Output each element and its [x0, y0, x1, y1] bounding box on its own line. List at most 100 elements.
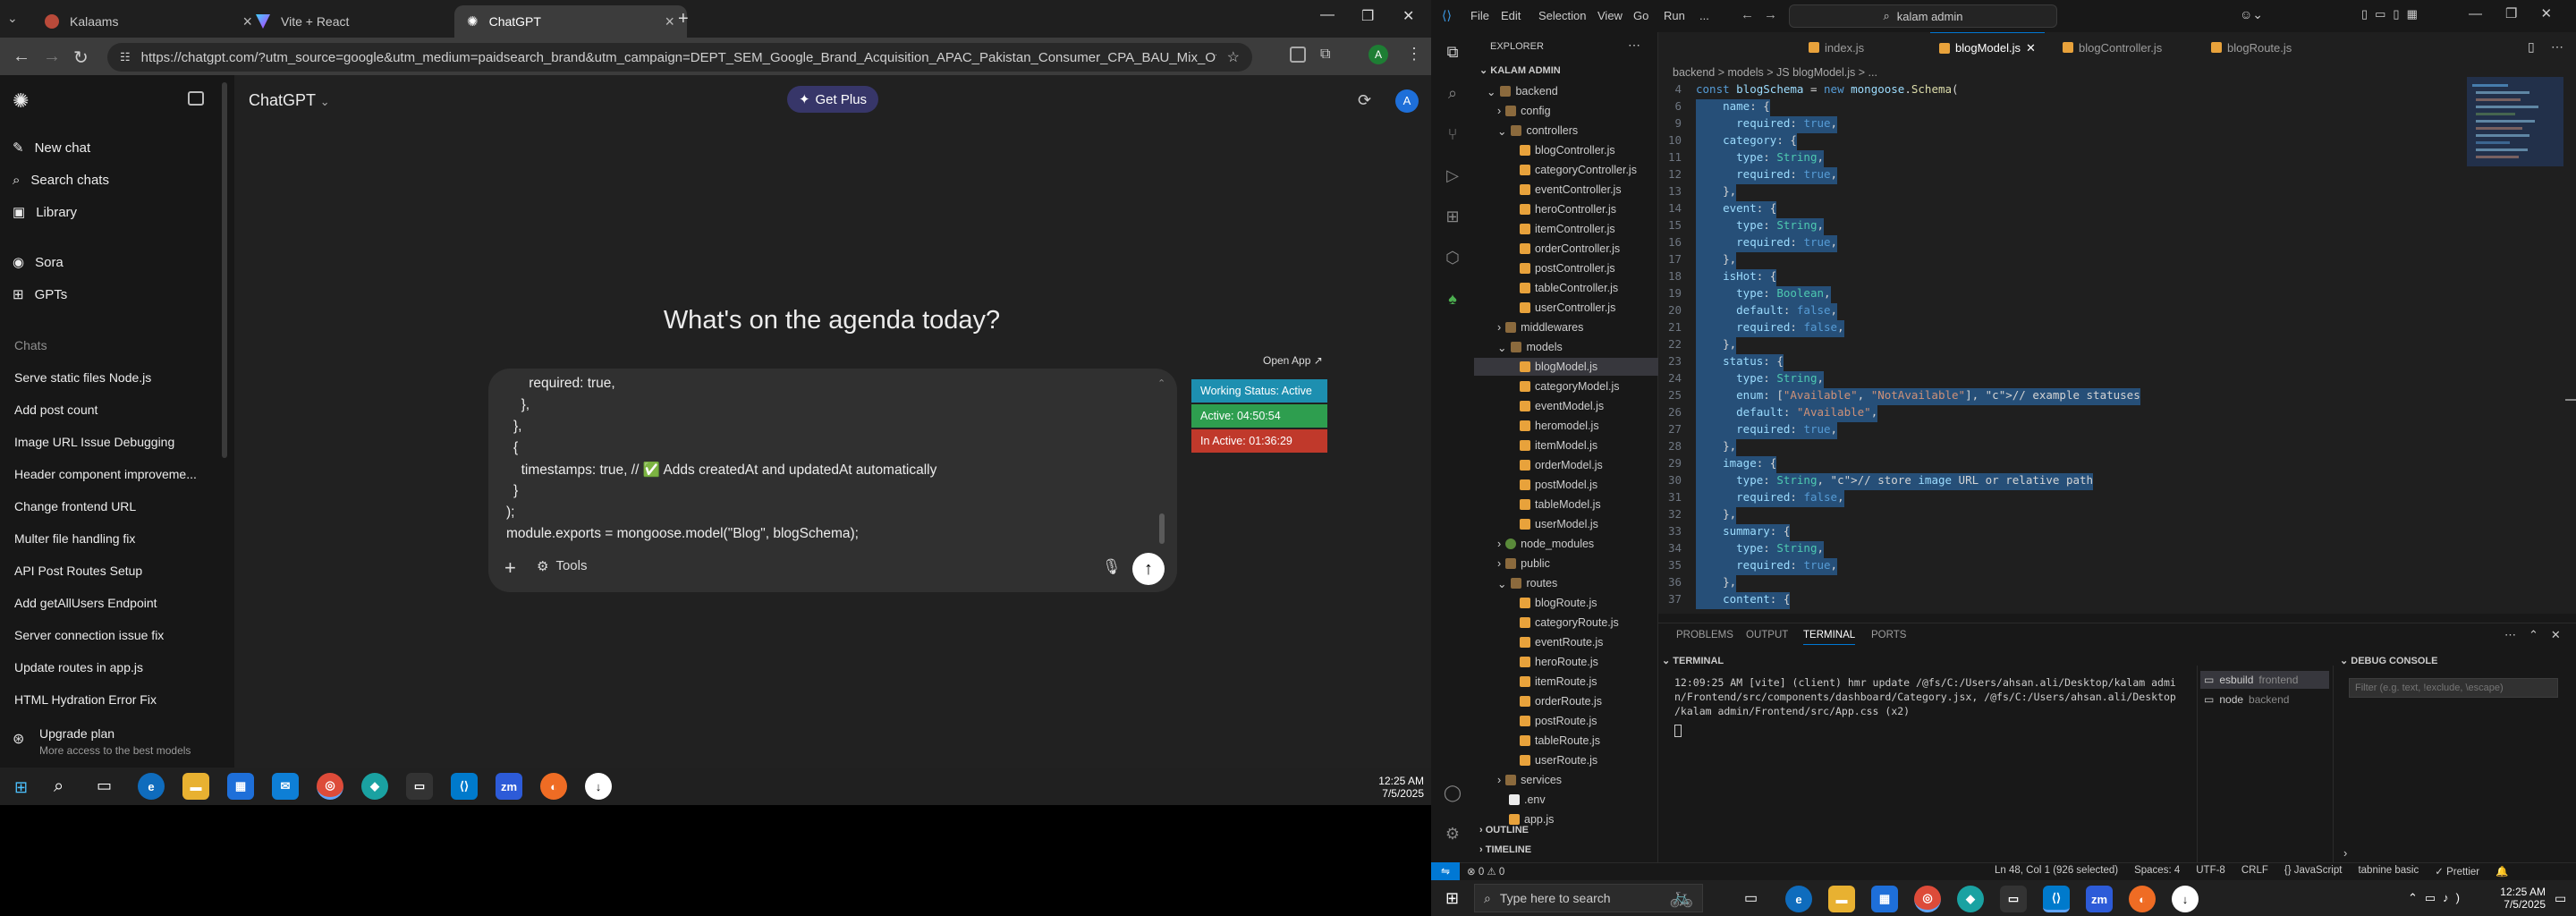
- remote-explorer-icon[interactable]: ⬡: [1442, 249, 1463, 270]
- terminal-line[interactable]: 12:09:25 AM [vite] (client) hmr update /…: [1674, 676, 2176, 689]
- code-line[interactable]: 9 required: true,: [1660, 116, 2576, 133]
- sidebar-chat-item[interactable]: HTML Hydration Error Fix: [14, 692, 220, 707]
- close-tab-icon[interactable]: ×: [665, 13, 674, 31]
- menu-item[interactable]: ...: [1699, 9, 1709, 22]
- menu-item[interactable]: Edit: [1501, 9, 1521, 22]
- postman-taskbar-icon[interactable]: ◐: [540, 773, 567, 800]
- site-info-icon[interactable]: ☷: [120, 50, 131, 64]
- file-tree-item[interactable]: › middlewares: [1497, 318, 1583, 336]
- code-line[interactable]: 27 required: true,: [1660, 422, 2576, 439]
- clock-left[interactable]: 12:25 AM 7/5/2025: [1374, 775, 1424, 800]
- code-text[interactable]: type: String,: [1696, 150, 1825, 167]
- notifications-bell-icon[interactable]: 🔔: [2496, 865, 2508, 878]
- code-text[interactable]: isHot: {: [1696, 269, 1777, 286]
- microphone-icon[interactable]: 🎙: [1102, 558, 1122, 576]
- panel-tab[interactable]: PORTS: [1871, 630, 1906, 640]
- file-tree-item[interactable]: ⌄ models: [1497, 338, 1563, 356]
- code-line[interactable]: 35 required: true,: [1660, 558, 2576, 575]
- browser-tab-kalaams[interactable]: Kalaams ×: [32, 5, 265, 38]
- store-icon[interactable]: ▦: [1871, 886, 1898, 912]
- code-line[interactable]: 31 required: false,: [1660, 490, 2576, 507]
- code-text[interactable]: required: true,: [1696, 116, 1838, 133]
- system-tray-icons[interactable]: ⌃▭♪): [2408, 891, 2467, 905]
- code-line[interactable]: 10 category: {: [1660, 133, 2576, 150]
- file-tree-item[interactable]: itemController.js: [1508, 220, 1615, 238]
- sidebar-chat-item[interactable]: Update routes in app.js: [14, 660, 220, 674]
- get-plus-button[interactable]: ✦ Get Plus: [787, 86, 878, 113]
- sidebar-chat-item[interactable]: Change frontend URL: [14, 499, 220, 513]
- code-text[interactable]: required: true,: [1696, 235, 1838, 252]
- layout-toggle-icons[interactable]: ▯▭▯▦: [2361, 7, 2425, 21]
- panel-tab[interactable]: PROBLEMS: [1676, 630, 1733, 640]
- code-line[interactable]: 14 event: {: [1660, 201, 2576, 218]
- extensions-icon[interactable]: ⧉: [1320, 47, 1330, 63]
- file-tree-item[interactable]: orderController.js: [1508, 240, 1620, 258]
- panel-tab[interactable]: TERMINAL: [1803, 630, 1856, 645]
- explorer-more-icon[interactable]: ⋯: [1628, 38, 1640, 53]
- nav-forward-icon[interactable]: →: [1764, 7, 1777, 22]
- editor-tab[interactable]: blogModel.js ✕: [1930, 32, 2045, 63]
- edge-icon[interactable]: e: [1785, 886, 1812, 912]
- restore-icon[interactable]: ❐: [1361, 7, 1374, 25]
- user-avatar[interactable]: A: [1395, 89, 1419, 113]
- new-chat-button[interactable]: ✎ New chat: [13, 134, 90, 161]
- vpn-app-icon[interactable]: ◆: [1957, 886, 1984, 912]
- file-tree-item[interactable]: tableController.js: [1508, 279, 1618, 297]
- file-tree-item[interactable]: › public: [1497, 555, 1550, 572]
- taskbar-search-icon[interactable]: ⌕: [54, 776, 64, 797]
- copilot-icon[interactable]: ☺⌄: [2240, 7, 2263, 22]
- zoom-taskbar-icon[interactable]: zm: [496, 773, 522, 800]
- back-icon[interactable]: ←: [13, 47, 30, 67]
- open-app-link[interactable]: Open App ↗: [1263, 354, 1323, 367]
- vpn-app-icon[interactable]: ◆: [361, 773, 388, 800]
- app-taskbar-icon[interactable]: ↓: [585, 773, 612, 800]
- sidebar-chat-item[interactable]: Server connection issue fix: [14, 628, 220, 642]
- file-tree-item[interactable]: eventModel.js: [1508, 397, 1604, 415]
- file-tree-item[interactable]: › node_modules: [1497, 535, 1594, 553]
- code-text[interactable]: enum: ["Available", "NotAvailable"], "c"…: [1696, 388, 2140, 405]
- new-tab-icon[interactable]: +: [678, 9, 689, 30]
- sidebar-chat-item[interactable]: Header component improveme...: [14, 467, 220, 481]
- file-tree-item[interactable]: userModel.js: [1508, 515, 1598, 533]
- mongodb-leaf-icon[interactable]: ♠: [1442, 290, 1463, 311]
- file-tree-item[interactable]: tableModel.js: [1508, 496, 1601, 513]
- composer-line[interactable]: timestamps: true, // ✅ Adds createdAt an…: [513, 462, 937, 479]
- forward-icon[interactable]: →: [43, 47, 61, 67]
- file-tree-item[interactable]: blogModel.js: [1474, 358, 1658, 376]
- breadcrumb[interactable]: backend > models > JS blogModel.js > ...: [1673, 66, 1877, 79]
- vscode-window-controls[interactable]: —❐✕: [2469, 5, 2575, 21]
- store-icon[interactable]: ▦: [227, 773, 254, 800]
- editor-tab[interactable]: index.js: [1800, 32, 1873, 63]
- terminal-taskbar-icon[interactable]: ▭: [406, 773, 433, 800]
- file-tree-item[interactable]: ⌄ routes: [1497, 574, 1557, 592]
- file-tree-item[interactable]: › services: [1497, 771, 1562, 789]
- code-line[interactable]: 25 enum: ["Available", "NotAvailable"], …: [1660, 388, 2576, 405]
- code-line[interactable]: 24 type: String,: [1660, 371, 2576, 388]
- editor-tab[interactable]: blogController.js: [2054, 32, 2171, 63]
- code-text[interactable]: summary: {: [1696, 524, 1791, 541]
- terminal-line[interactable]: /kalam admin/Frontend/src/App.css (x2): [1674, 705, 1910, 717]
- nav-back-icon[interactable]: ←: [1741, 7, 1754, 22]
- chrome-menu-icon[interactable]: ⋮: [1406, 45, 1422, 64]
- search-view-icon[interactable]: ⌕: [1442, 84, 1463, 106]
- code-line[interactable]: 29 image: {: [1660, 456, 2576, 473]
- file-tree-item[interactable]: eventController.js: [1508, 181, 1622, 199]
- file-tree-item[interactable]: heroController.js: [1508, 200, 1616, 218]
- panel-tab[interactable]: OUTPUT: [1746, 630, 1788, 640]
- file-tree-item[interactable]: postModel.js: [1508, 476, 1597, 494]
- task-view-icon[interactable]: ▭: [97, 776, 112, 795]
- indentation[interactable]: Spaces: 4: [2134, 865, 2180, 878]
- file-explorer-icon[interactable]: ▬: [182, 773, 209, 800]
- add-attachment-icon[interactable]: +: [504, 556, 516, 580]
- file-tree-item[interactable]: categoryRoute.js: [1508, 614, 1619, 632]
- remote-indicator-icon[interactable]: ⇋: [1431, 862, 1460, 880]
- file-tree-item[interactable]: ⌄ backend: [1487, 82, 1558, 100]
- file-tree-item[interactable]: categoryController.js: [1508, 161, 1637, 179]
- library-button[interactable]: ▣ Library: [13, 199, 77, 225]
- code-line[interactable]: 26 default: "Available",: [1660, 405, 2576, 422]
- sidebar-chat-item[interactable]: Add post count: [14, 403, 220, 417]
- collapse-caret-icon[interactable]: ⌃: [1157, 377, 1165, 389]
- debug-filter-input[interactable]: [2349, 678, 2558, 698]
- terminal-section[interactable]: ⌄ TERMINAL: [1662, 655, 1724, 666]
- debug-console-section[interactable]: ⌄ DEBUG CONSOLE: [2340, 655, 2437, 666]
